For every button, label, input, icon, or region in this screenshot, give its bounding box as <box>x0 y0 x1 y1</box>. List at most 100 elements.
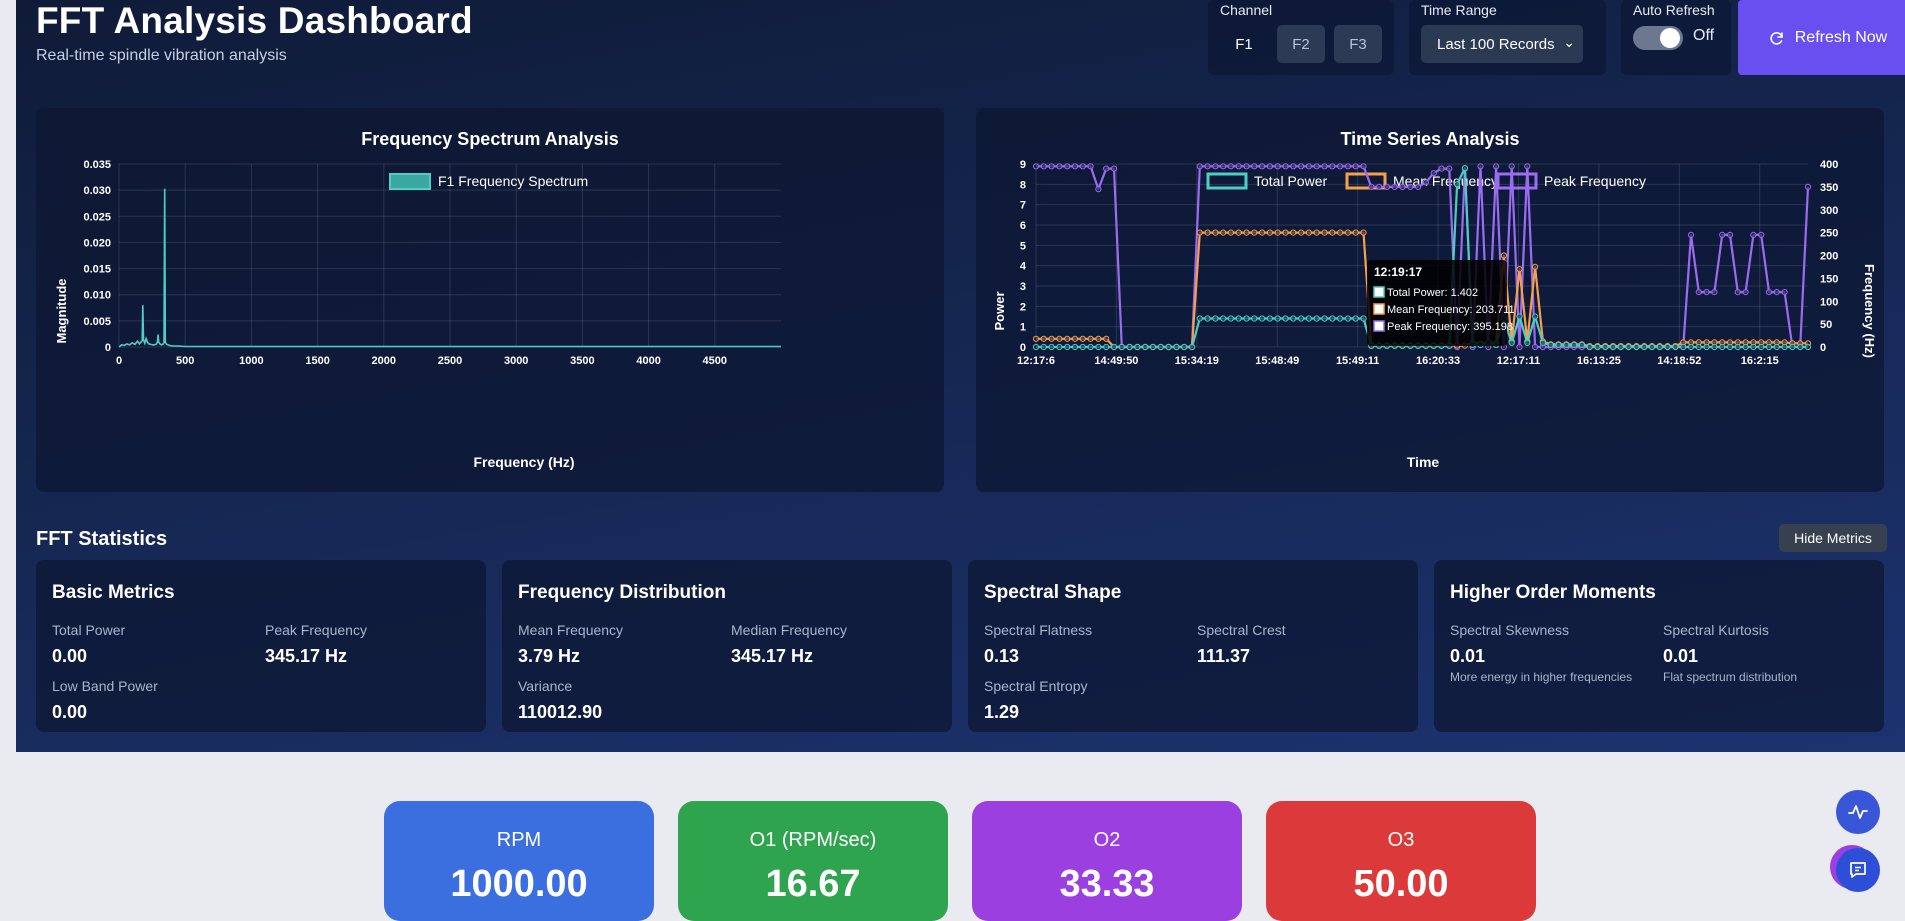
spectrum-x-tick-label: 4000 <box>636 355 660 367</box>
timeseries-point <box>1329 163 1336 170</box>
timeseries-x-tick-label: 16:13:25 <box>1577 355 1621 367</box>
channel-button-f2[interactable]: F2 <box>1277 25 1325 63</box>
spectrum-legend-label[interactable]: F1 Frequency Spectrum <box>438 173 588 189</box>
timeseries-point <box>1313 315 1320 322</box>
timeseries-point <box>1095 335 1102 342</box>
timeseries-point <box>1648 343 1656 351</box>
timeseries-y-axis-label-right: Frequency (Hz) <box>1862 264 1877 358</box>
timeseries-point <box>1726 231 1734 239</box>
timeseries-point <box>1235 163 1242 170</box>
timeseries-point <box>1087 335 1094 342</box>
timeseries-point <box>1290 163 1297 170</box>
timeseries-point <box>1633 343 1640 351</box>
hide-metrics-button[interactable]: Hide Metrics <box>1779 524 1887 552</box>
timeseries-point <box>1048 343 1055 351</box>
timeseries-point <box>1625 343 1632 351</box>
timeseries-point <box>1765 343 1773 351</box>
channel-button-f3[interactable]: F3 <box>1334 25 1382 63</box>
timeseries-point <box>1781 343 1788 351</box>
timeseries-point <box>1804 183 1812 191</box>
frequency-distribution-card: Frequency Distribution Mean Frequency 3.… <box>502 560 952 732</box>
channel-button-f1[interactable]: F1 <box>1220 25 1268 63</box>
timeseries-point <box>1196 315 1203 322</box>
time-range-select[interactable]: Last 100 Records ⌄ <box>1421 25 1583 63</box>
timeseries-point <box>1407 183 1414 191</box>
timeseries-point <box>1765 289 1773 296</box>
spectrum-x-tick-label: 1000 <box>239 355 263 367</box>
spectral-shape-card: Spectral Shape Spectral Flatness 0.13 Sp… <box>968 560 1418 732</box>
timeseries-point <box>1500 252 1508 259</box>
timeseries-point <box>1227 229 1234 236</box>
timeseries-x-tick-label: 12:17:11 <box>1497 355 1540 367</box>
total-power-label: Total Power <box>52 622 126 638</box>
timeseries-point <box>1493 163 1500 170</box>
timeseries-y-tick-label-right: 0 <box>1820 342 1826 354</box>
timeseries-y-axis-label-left: Power <box>992 291 1007 330</box>
timeseries-point <box>1547 341 1554 349</box>
spectral-skewness-label: Spectral Skewness <box>1450 622 1570 638</box>
timeseries-point <box>1758 343 1765 351</box>
timeseries-legend-label: Total Power <box>1254 173 1327 189</box>
timeseries-point <box>1391 183 1398 191</box>
timeseries-point <box>1274 315 1281 322</box>
timeseries-point <box>1797 343 1804 351</box>
timeseries-point <box>1149 343 1157 351</box>
tooltip-total-power: Total Power: 1.402 <box>1387 287 1478 299</box>
auto-refresh-toggle[interactable] <box>1633 26 1683 50</box>
timeseries-point <box>1321 163 1328 170</box>
tooltip-swatch-power <box>1373 286 1385 298</box>
timeseries-point <box>1079 335 1086 342</box>
timeseries-point <box>1181 343 1188 351</box>
timeseries-point <box>1110 343 1118 351</box>
timeseries-point <box>1687 343 1695 351</box>
card-title: Spectral Shape <box>984 582 1122 603</box>
timeseries-y-tick-label-right: 50 <box>1820 319 1832 331</box>
timeseries-point <box>1516 343 1523 351</box>
timeseries-point <box>1360 315 1367 322</box>
timeseries-point <box>1399 183 1406 191</box>
timeseries-point <box>1173 343 1180 351</box>
pulse-button[interactable] <box>1836 790 1880 834</box>
spectral-kurtosis-label: Spectral Kurtosis <box>1663 622 1769 638</box>
spectrum-x-tick-label: 500 <box>176 355 194 367</box>
timeseries-y-tick-label-right: 350 <box>1820 182 1838 194</box>
page-title: FFT Analysis Dashboard <box>36 0 473 41</box>
tile-value: 16.67 <box>765 863 861 905</box>
timeseries-y-tick-label-left: 5 <box>1020 240 1026 252</box>
variance-value: 110012.90 <box>518 702 603 722</box>
timeseries-point <box>1220 229 1227 236</box>
tooltip-peak-frequency: Peak Frequency: 395.198 <box>1387 321 1513 333</box>
timeseries-point <box>1079 163 1086 170</box>
o2-tile: O2 33.33 <box>972 801 1242 921</box>
timeseries-point <box>1438 165 1445 172</box>
timeseries-point <box>1266 315 1273 322</box>
tile-value: 50.00 <box>1353 863 1449 905</box>
timeseries-point <box>1344 315 1351 322</box>
timeseries-y-tick-label-left: 6 <box>1020 220 1026 232</box>
timeseries-point <box>1243 315 1250 322</box>
timeseries-point <box>1204 315 1211 322</box>
timeseries-point <box>1321 229 1328 236</box>
timeseries-point <box>1578 341 1586 349</box>
channel-control: Channel F1 F2 F3 <box>1208 0 1394 75</box>
timeseries-point <box>1095 186 1102 193</box>
timeseries-chart-title: Time Series Analysis <box>1340 129 1519 149</box>
auto-refresh-state: Off <box>1693 27 1715 44</box>
timeseries-point <box>1563 341 1570 349</box>
timeseries-x-tick-label: 15:48:49 <box>1255 355 1299 367</box>
refresh-now-button[interactable]: Refresh Now <box>1738 0 1905 75</box>
timeseries-point <box>1274 229 1281 236</box>
refresh-now-label: Refresh Now <box>1794 28 1888 46</box>
timeseries-point <box>1368 183 1375 191</box>
timeseries-y-tick-label-right: 150 <box>1820 273 1838 285</box>
timeseries-point <box>1337 315 1344 322</box>
timeseries-point <box>1266 163 1273 170</box>
timeseries-x-tick-label: 16:2:15 <box>1741 355 1779 367</box>
chat-button[interactable] <box>1836 848 1880 892</box>
timeseries-point <box>1656 343 1663 351</box>
spectrum-y-tick-label: 0.015 <box>83 264 111 276</box>
peak-frequency-label: Peak Frequency <box>265 622 367 638</box>
chevron-down-icon: ⌄ <box>1563 34 1575 50</box>
timeseries-point <box>1220 315 1227 322</box>
timeseries-point <box>1079 343 1086 351</box>
